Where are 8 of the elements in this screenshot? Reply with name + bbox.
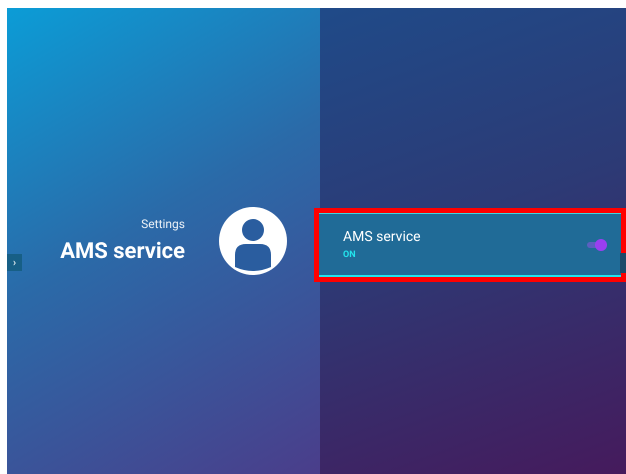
item-title: AMS service <box>343 228 422 246</box>
expand-button[interactable]: › <box>7 254 22 271</box>
settings-item[interactable]: AMS service ON <box>319 213 621 277</box>
breadcrumb-label: Settings <box>141 217 185 231</box>
user-avatar-icon <box>219 207 287 275</box>
item-status: ON <box>343 250 357 260</box>
page-title: AMS service <box>60 239 185 265</box>
toggle-switch[interactable] <box>587 238 607 250</box>
